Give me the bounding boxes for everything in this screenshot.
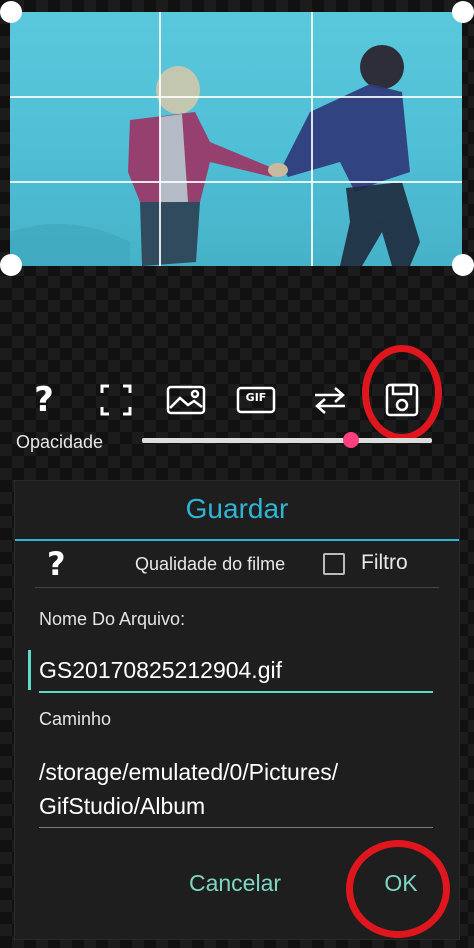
crop-handle-bottom-right[interactable] xyxy=(452,254,474,276)
crop-handle-bottom-left[interactable] xyxy=(0,254,22,276)
filename-underline xyxy=(39,691,433,693)
path-underline xyxy=(39,827,433,828)
gif-button[interactable]: GIF xyxy=(232,376,280,424)
help-icon[interactable]: ? xyxy=(47,545,66,583)
crop-grid-line xyxy=(10,181,462,183)
gif-label: GIF xyxy=(245,391,267,404)
filter-label[interactable]: Filtro xyxy=(361,551,408,575)
swap-button[interactable] xyxy=(306,376,354,424)
photo-content xyxy=(10,45,420,266)
image-icon xyxy=(166,385,206,415)
dialog-title: Guardar xyxy=(185,493,289,524)
help-icon: ? xyxy=(34,380,54,420)
text-cursor xyxy=(28,650,31,690)
options-row: ? Qualidade do filme Filtro xyxy=(35,541,439,589)
filename-label: Nome Do Arquivo: xyxy=(39,609,186,629)
crop-grid-line xyxy=(311,12,313,266)
quality-button[interactable]: Qualidade do filme xyxy=(135,554,285,575)
path-input-line1[interactable]: /storage/emulated/0/Pictures/ xyxy=(39,759,433,786)
highlight-circle xyxy=(362,345,442,441)
crop-handle-top-right[interactable] xyxy=(452,1,474,23)
crop-grid-line xyxy=(10,96,462,98)
path-input-line2[interactable]: GifStudio/Album xyxy=(39,793,433,820)
filter-checkbox[interactable] xyxy=(323,553,345,575)
crop-handle-top-left[interactable] xyxy=(0,1,22,23)
opacity-slider-thumb[interactable] xyxy=(342,432,359,448)
opacity-slider[interactable] xyxy=(142,438,432,443)
swap-icon xyxy=(315,387,345,414)
filename-input[interactable]: GS20170825212904.gif xyxy=(39,657,433,684)
help-button[interactable]: ? xyxy=(20,376,68,424)
image-preview[interactable] xyxy=(10,12,462,266)
opacity-label: Opacidade xyxy=(16,432,104,452)
highlight-circle xyxy=(346,840,450,938)
divider xyxy=(35,587,439,588)
crop-button[interactable] xyxy=(92,376,140,424)
crop-icon xyxy=(100,384,132,416)
image-button[interactable] xyxy=(162,376,210,424)
path-label: Caminho xyxy=(39,709,112,729)
crop-grid-line xyxy=(159,12,161,266)
cancel-button[interactable]: Cancelar xyxy=(175,861,295,905)
